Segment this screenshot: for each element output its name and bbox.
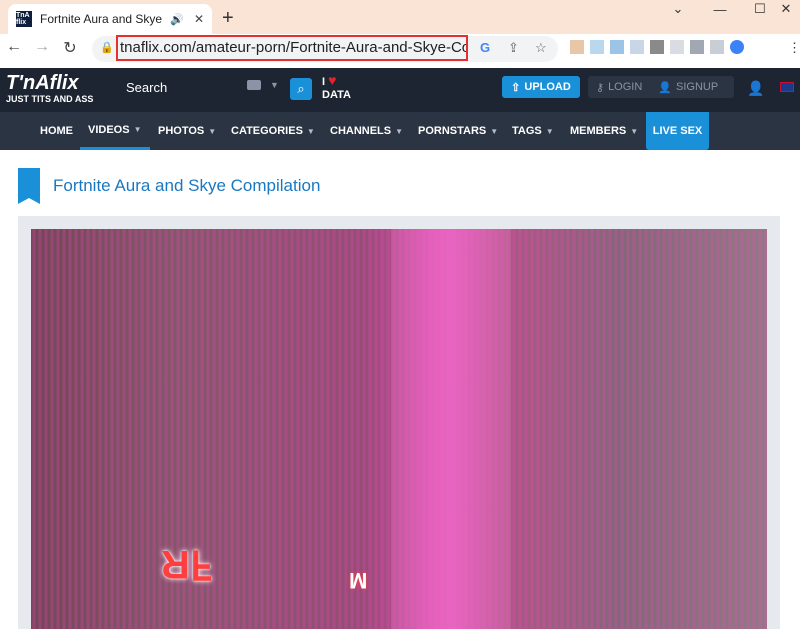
nav-label: PORNSTARS — [418, 125, 487, 137]
extension-icons[interactable] — [570, 40, 744, 54]
chevron-down-icon[interactable]: ▼ — [270, 80, 279, 90]
user-account-icon[interactable]: 👤 — [747, 80, 764, 97]
share-icon[interactable]: ⇪ — [508, 40, 519, 56]
site-tagline: JUST TITS AND ASS — [6, 94, 94, 104]
search-icon: ⌕ — [297, 81, 305, 96]
chevron-down-icon: ▼ — [208, 126, 217, 136]
video-sticker-graphic: M — [349, 568, 368, 593]
nav-item-channels[interactable]: CHANNELS ▼ — [330, 112, 403, 150]
person-icon: 👤 — [658, 81, 672, 94]
chevron-down-icon: ▼ — [545, 126, 554, 136]
nav-label: CHANNELS — [330, 125, 392, 137]
chevron-down-icon: ▼ — [395, 126, 404, 136]
close-tab-icon[interactable]: ✕ — [194, 12, 204, 26]
upload-button[interactable]: ⇧ UPLOAD — [502, 76, 580, 98]
nav-label: VIDEOS — [88, 123, 130, 136]
chevron-down-icon: ▼ — [306, 126, 315, 136]
lock-icon: 🔒 — [100, 42, 114, 54]
menu-icon[interactable]: ⋮ — [788, 40, 800, 56]
url-highlight-box — [116, 35, 468, 61]
nav-item-members[interactable]: MEMBERS ▼ — [570, 112, 638, 150]
login-label: LOGIN — [608, 81, 643, 93]
upload-label: UPLOAD — [524, 81, 571, 93]
auth-box: ⚷ LOGIN 👤 SIGNUP — [588, 76, 734, 98]
key-icon: ⚷ — [596, 81, 605, 94]
signup-label: SIGNUP — [676, 81, 719, 93]
ilove-bottom: DATA — [322, 89, 351, 101]
video-camera-icon[interactable] — [247, 80, 261, 90]
nav-label: HOME — [40, 125, 73, 137]
i-love-data-badge[interactable]: I ♥ DATA — [322, 72, 351, 102]
chevron-down-icon: ▼ — [630, 126, 639, 136]
search-input[interactable]: Search — [126, 80, 167, 95]
site-favicon: TnA flix — [16, 11, 32, 27]
nav-item-home[interactable]: HOME — [40, 112, 73, 150]
chevron-down-icon: ▼ — [133, 125, 142, 134]
video-player[interactable]: ꟻR M — [31, 229, 767, 629]
nav-label: TAGS — [512, 125, 542, 137]
video-icon — [18, 168, 40, 204]
video-sticker-graphic: ꟻR — [161, 542, 213, 586]
search-button[interactable]: ⌕ — [290, 78, 312, 100]
chevron-down-icon: ▼ — [490, 126, 499, 136]
ilove-top: I — [322, 76, 326, 88]
browser-tab[interactable]: TnA flix Fortnite Aura and Skye Co 🔊 ✕ — [8, 4, 212, 34]
nav-label: PHOTOS — [158, 125, 205, 137]
uk-flag-icon[interactable] — [780, 82, 794, 92]
minimize-icon[interactable]: — — [700, 0, 740, 18]
back-icon[interactable]: ← — [4, 38, 24, 56]
video-title: Fortnite Aura and Skye Compilation — [53, 176, 321, 195]
live-sex-button[interactable]: LIVE SEX — [646, 112, 709, 150]
heart-icon: ♥ — [328, 72, 337, 88]
nav-item-videos[interactable]: VIDEOS ▼ — [80, 112, 150, 150]
video-frame-glow — [391, 229, 511, 629]
login-button[interactable]: ⚷ LOGIN — [588, 81, 650, 94]
nav-label: CATEGORIES — [231, 125, 303, 137]
new-tab-button[interactable]: + — [222, 7, 234, 30]
close-window-icon[interactable]: ✕ — [772, 0, 800, 18]
tab-title: Fortnite Aura and Skye Co — [40, 12, 164, 26]
upload-icon: ⇧ — [511, 81, 521, 94]
nav-label: MEMBERS — [570, 125, 627, 137]
nav-item-photos[interactable]: PHOTOS ▼ — [158, 112, 216, 150]
reload-icon[interactable]: ↻ — [60, 38, 80, 58]
site-logo[interactable]: T'nAflix — [6, 72, 79, 95]
speaker-icon[interactable]: 🔊 — [170, 13, 184, 26]
nav-item-tags[interactable]: TAGS ▼ — [512, 112, 554, 150]
bookmark-star-icon[interactable]: ☆ — [535, 40, 547, 56]
tab-search-icon[interactable]: ⌄ — [658, 0, 698, 18]
forward-icon[interactable]: → — [32, 38, 52, 56]
signup-button[interactable]: 👤 SIGNUP — [650, 81, 726, 94]
nav-item-pornstars[interactable]: PORNSTARS ▼ — [418, 112, 498, 150]
nav-item-categories[interactable]: CATEGORIES ▼ — [231, 112, 315, 150]
google-icon[interactable]: G — [480, 40, 490, 55]
